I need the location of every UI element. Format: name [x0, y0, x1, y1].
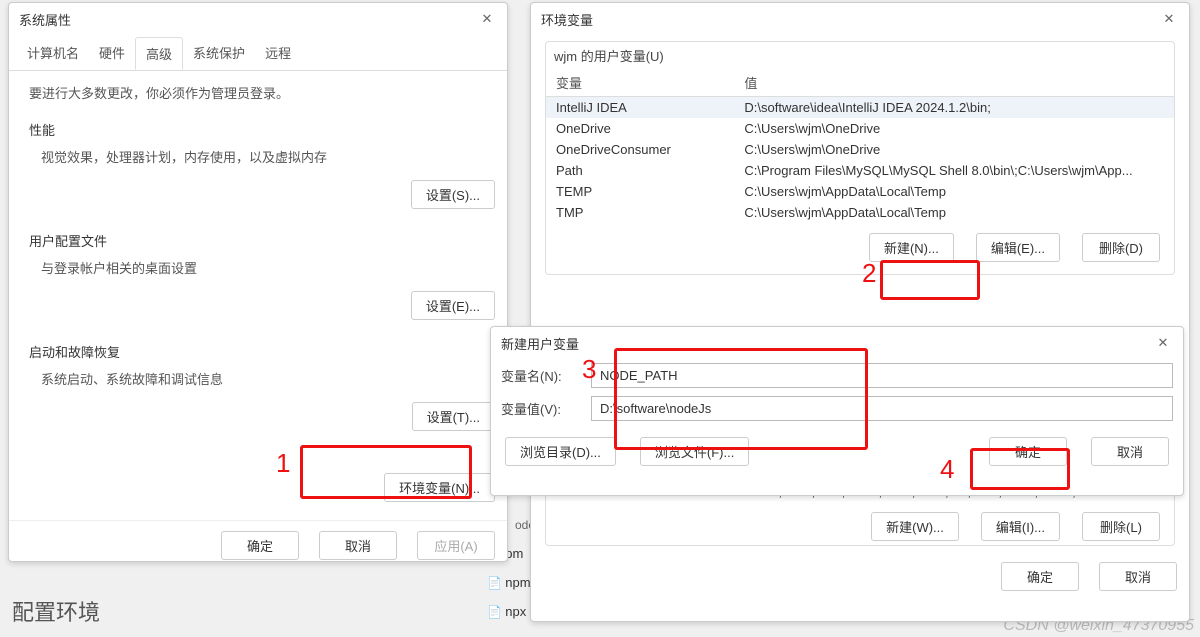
- new-user-variable-dialog: 新建用户变量 ✕ 变量名(N): 变量值(V): 浏览目录(D)... 浏览文件…: [490, 326, 1184, 496]
- envvars-title: 环境变量: [541, 10, 593, 29]
- tab-remote[interactable]: 远程: [255, 37, 301, 70]
- tab-advanced[interactable]: 高级: [135, 37, 183, 70]
- envvars-cancel-button[interactable]: 取消: [1099, 562, 1177, 591]
- newvar-ok-button[interactable]: 确定: [989, 437, 1067, 466]
- sysprops-ok-button[interactable]: 确定: [221, 531, 299, 560]
- browse-file-button[interactable]: 浏览文件(F)...: [640, 437, 749, 466]
- page-heading: 配置环境: [12, 595, 100, 627]
- close-icon[interactable]: ✕: [477, 9, 497, 29]
- performance-settings-button[interactable]: 设置(S)...: [411, 180, 495, 209]
- bg-npm: 📄 npm: [487, 575, 531, 590]
- mark-2: 2: [862, 258, 876, 289]
- user-new-button[interactable]: 新建(N)...: [869, 233, 954, 262]
- user-delete-button[interactable]: 删除(D): [1082, 233, 1160, 262]
- var-name-label: 变量名(N):: [501, 366, 591, 385]
- mark-4: 4: [940, 454, 954, 485]
- profiles-settings-button[interactable]: 设置(E)...: [411, 291, 495, 320]
- performance-desc: 视觉效果，处理器计划，内存使用，以及虚拟内存: [29, 145, 487, 170]
- sys-edit-button[interactable]: 编辑(I)...: [981, 512, 1060, 541]
- startup-recovery-desc: 系统启动、系统故障和调试信息: [29, 367, 487, 392]
- sysprops-cancel-button[interactable]: 取消: [319, 531, 397, 560]
- var-name-input[interactable]: [591, 363, 1173, 388]
- admin-note: 要进行大多数更改，你必须作为管理员登录。: [29, 81, 487, 106]
- newvar-cancel-button[interactable]: 取消: [1091, 437, 1169, 466]
- bg-npx: 📄 npx: [487, 604, 526, 619]
- close-icon[interactable]: ✕: [1153, 333, 1173, 353]
- tab-computer-name[interactable]: 计算机名: [17, 37, 89, 70]
- mark-3: 3: [582, 354, 596, 385]
- user-edit-button[interactable]: 编辑(E)...: [976, 233, 1060, 262]
- startup-recovery-title: 启动和故障恢复: [29, 342, 487, 361]
- table-row[interactable]: TMPC:\Users\wjm\AppData\Local\Temp: [546, 202, 1174, 223]
- system-properties-dialog: 系统属性 ✕ 计算机名 硬件 高级 系统保护 远程 要进行大多数更改，你必须作为…: [8, 2, 508, 562]
- var-value-label: 变量值(V):: [501, 399, 591, 418]
- table-row[interactable]: PathC:\Program Files\MySQL\MySQL Shell 8…: [546, 160, 1174, 181]
- table-row[interactable]: OneDriveConsumerC:\Users\wjm\OneDrive: [546, 139, 1174, 160]
- startup-settings-button[interactable]: 设置(T)...: [412, 402, 495, 431]
- user-vars-table[interactable]: 变量值 IntelliJ IDEAD:\software\idea\Intell…: [546, 69, 1174, 223]
- var-value-input[interactable]: [591, 396, 1173, 421]
- table-row[interactable]: OneDriveC:\Users\wjm\OneDrive: [546, 118, 1174, 139]
- environment-variables-dialog: 环境变量 ✕ wjm 的用户变量(U) 变量值 IntelliJ IDEAD:\…: [530, 2, 1190, 622]
- sysprops-tabs: 计算机名 硬件 高级 系统保护 远程: [9, 35, 507, 71]
- tab-hardware[interactable]: 硬件: [89, 37, 135, 70]
- user-profiles-desc: 与登录帐户相关的桌面设置: [29, 256, 487, 281]
- close-icon[interactable]: ✕: [1159, 9, 1179, 29]
- sys-new-button[interactable]: 新建(W)...: [871, 512, 959, 541]
- user-vars-group-title: wjm 的用户变量(U): [546, 42, 1174, 69]
- envvars-ok-button[interactable]: 确定: [1001, 562, 1079, 591]
- performance-title: 性能: [29, 120, 487, 139]
- col-value: 值: [734, 69, 1174, 97]
- table-row[interactable]: IntelliJ IDEAD:\software\idea\IntelliJ I…: [546, 97, 1174, 119]
- sysprops-title: 系统属性: [19, 10, 71, 29]
- browse-dir-button[interactable]: 浏览目录(D)...: [505, 437, 616, 466]
- environment-variables-button[interactable]: 环境变量(N)...: [384, 473, 495, 502]
- tab-system-protection[interactable]: 系统保护: [183, 37, 255, 70]
- table-row[interactable]: TEMPC:\Users\wjm\AppData\Local\Temp: [546, 181, 1174, 202]
- user-profiles-title: 用户配置文件: [29, 231, 487, 250]
- mark-1: 1: [276, 448, 290, 479]
- sysprops-apply-button[interactable]: 应用(A): [417, 531, 495, 560]
- newvar-title: 新建用户变量: [501, 334, 579, 353]
- col-variable: 变量: [546, 69, 734, 97]
- sys-delete-button[interactable]: 删除(L): [1082, 512, 1160, 541]
